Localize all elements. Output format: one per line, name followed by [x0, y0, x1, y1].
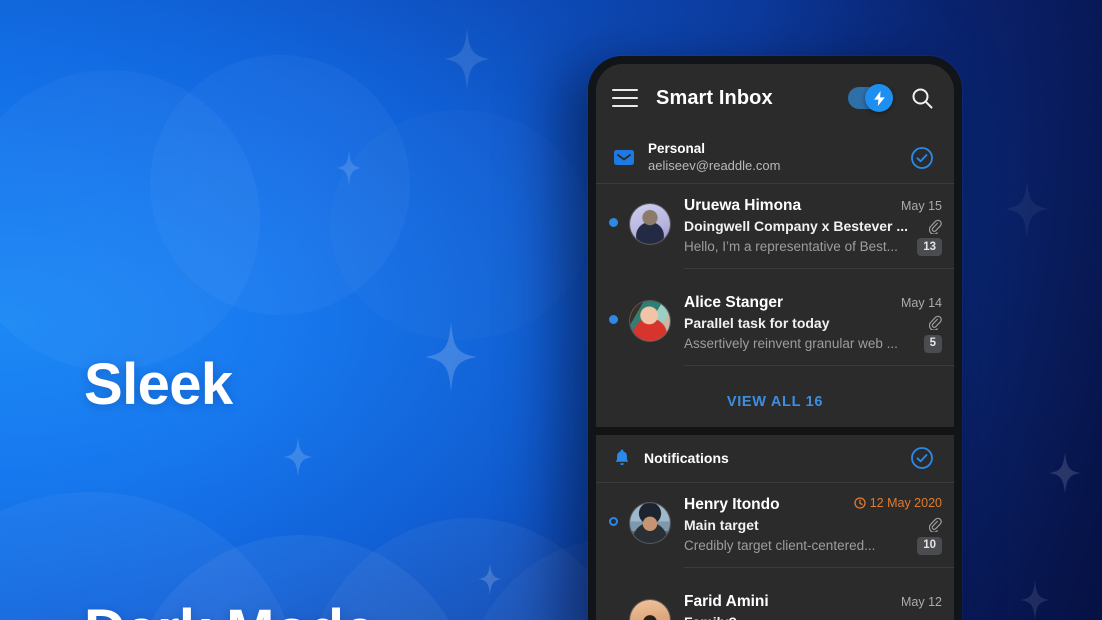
account-name: Personal — [648, 141, 706, 157]
unread-dot-container — [596, 495, 630, 526]
message-subject: Doingwell Company x Bestever ... — [684, 218, 909, 234]
sender-name: Farid Amini — [684, 592, 769, 610]
unread-dot-container — [596, 196, 630, 227]
sparkle-icon — [425, 322, 477, 392]
status-badge: 13 — [917, 238, 942, 256]
sender-name: Henry Itondo — [684, 495, 780, 513]
clock-icon — [854, 497, 866, 509]
unread-dot-container — [596, 293, 630, 324]
unread-dot — [608, 516, 618, 526]
sparkle-icon — [1020, 580, 1050, 620]
message-content: Henry Itondo 12 May 2020 Main target Cre… — [684, 495, 954, 568]
sparkle-icon — [1005, 180, 1049, 238]
smart-inbox-toggle[interactable] — [848, 84, 893, 112]
message-content: Alice Stanger May 14 Parallel task for t… — [684, 293, 954, 366]
sparkle-icon — [444, 28, 490, 90]
check-circle-icon[interactable] — [910, 146, 934, 170]
phone-screen: Smart Inbox Personal aeliseev@readdle.co… — [596, 64, 954, 620]
table-row[interactable]: Uruewa Himona May 15 Doingwell Company x… — [596, 184, 954, 281]
message-subject: Family? — [684, 614, 942, 620]
page-title: Sleek Dark Mode — [84, 180, 376, 620]
status-badge: 10 — [917, 536, 942, 555]
unread-dot-container — [596, 592, 630, 614]
app-title: Smart Inbox — [656, 86, 773, 109]
message-date: May 12 — [901, 594, 942, 609]
message-date: 12 May 2020 — [869, 495, 942, 510]
notifications-section-header: Notifications — [596, 434, 954, 483]
hamburger-icon[interactable] — [612, 89, 638, 107]
message-content: Uruewa Himona May 15 Doingwell Company x… — [684, 196, 954, 269]
phone-device-frame: Smart Inbox Personal aeliseev@readdle.co… — [588, 56, 962, 620]
check-circle-icon[interactable] — [910, 446, 934, 470]
sparkle-icon — [1049, 452, 1081, 494]
message-preview: Credibly target client-centered... — [684, 538, 876, 554]
notifications-message-list: Henry Itondo 12 May 2020 Main target Cre… — [596, 482, 954, 620]
account-email: aeliseev@readdle.com — [648, 157, 781, 173]
view-all-button[interactable]: VIEW ALL 16 — [596, 377, 954, 427]
avatar — [630, 300, 670, 341]
app-bar: Smart Inbox — [596, 64, 954, 132]
message-subject: Parallel task for today — [684, 314, 830, 331]
account-row-personal[interactable]: Personal aeliseev@readdle.com — [596, 132, 954, 184]
envelope-icon — [614, 150, 634, 165]
bell-icon — [614, 449, 630, 467]
account-info: Personal aeliseev@readdle.com — [648, 141, 910, 173]
message-preview: Hello, I’m a representative of Best... — [684, 239, 898, 255]
paperclip-icon — [928, 315, 942, 332]
message-date-overdue: 12 May 2020 — [854, 496, 942, 510]
lightning-bolt-icon — [865, 84, 893, 112]
message-content: Farid Amini May 12 Family? — [684, 592, 954, 620]
section-divider — [596, 426, 954, 435]
avatar — [630, 502, 670, 543]
message-subject: Main target — [684, 516, 759, 533]
message-date: May 14 — [901, 295, 942, 310]
avatar — [630, 204, 670, 244]
sparkle-icon — [478, 563, 502, 595]
message-preview: Assertively reinvent granular web ... — [684, 336, 898, 352]
search-icon[interactable] — [910, 86, 934, 110]
table-row[interactable]: Farid Amini May 12 Family? — [596, 579, 954, 620]
smart-inbox-message-list: Uruewa Himona May 15 Doingwell Company x… — [596, 184, 954, 378]
sender-name: Alice Stanger — [684, 293, 784, 311]
unread-dot — [608, 314, 618, 324]
unread-dot — [608, 218, 618, 227]
status-badge: 5 — [923, 334, 942, 353]
headline-line-1: Sleek — [84, 352, 233, 417]
table-row[interactable]: Alice Stanger May 14 Parallel task for t… — [596, 280, 954, 378]
sender-name: Uruewa Himona — [684, 197, 802, 214]
paperclip-icon — [928, 219, 942, 235]
notifications-title: Notifications — [644, 450, 729, 467]
message-date: May 15 — [901, 199, 942, 213]
headline-line-2: Dark Mode — [84, 590, 376, 620]
table-row[interactable]: Henry Itondo 12 May 2020 Main target Cre… — [596, 482, 954, 580]
avatar — [630, 599, 670, 620]
paperclip-icon — [928, 517, 942, 534]
